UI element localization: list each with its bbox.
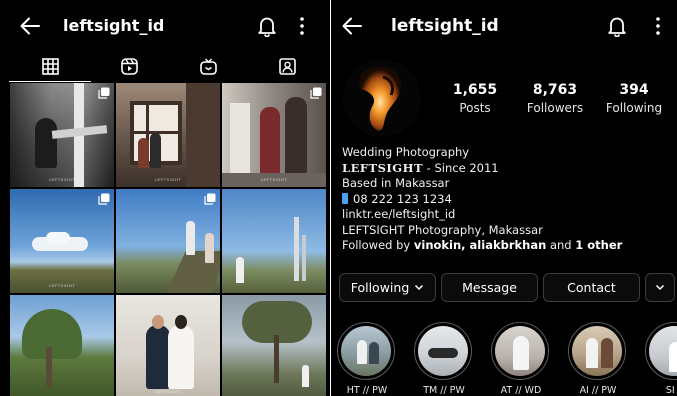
bell-icon[interactable] [607, 15, 627, 37]
posts-count[interactable]: 1,655 Posts [440, 82, 510, 115]
watermark: LEFTSIGHT [154, 389, 182, 394]
bio-brand: LEFTSIGHT [342, 160, 424, 175]
highlight-item[interactable]: AI // PW [568, 322, 628, 396]
tab-reels[interactable] [88, 50, 170, 82]
phone-icon [342, 192, 348, 204]
grid-post[interactable]: LEFTSIGHT [116, 295, 220, 396]
bio-link[interactable]: linktr.ee/leftsight_id [342, 207, 672, 223]
watermark: LEFTSIGHT [48, 283, 76, 288]
watermark: LEFTSIGHT [260, 177, 288, 182]
tab-posts-grid[interactable] [9, 50, 91, 82]
grid-post[interactable]: LEFTSIGHT [10, 189, 114, 293]
suggested-accounts-button[interactable] [645, 273, 675, 302]
bio-address[interactable]: LEFTSIGHT Photography, Makassar [342, 223, 672, 239]
top-bar: leftsight_id [0, 0, 330, 50]
followed-by[interactable]: Followed by vinokin, aliakbrkhan and 1 o… [342, 238, 672, 254]
highlight-item[interactable]: HT // PW [337, 322, 397, 396]
reels-icon [120, 57, 138, 75]
multiple-photos-icon [98, 193, 110, 205]
profile-screen: leftsight_id 1,655 Posts 8,763 Followers… [331, 0, 677, 396]
bio-since: - Since 2011 [423, 160, 499, 175]
profile-grid-screen: leftsight_id LEFTSIGHT LEFTSIGHT LEFTSIG… [0, 0, 330, 396]
avatar[interactable] [343, 59, 421, 137]
multiple-photos-icon [204, 193, 216, 205]
tab-igtv[interactable] [167, 50, 249, 82]
grid-post[interactable]: LEFTSIGHT [10, 83, 114, 187]
grid-post[interactable]: LEFTSIGHT [222, 83, 326, 187]
contact-button[interactable]: Contact [543, 273, 640, 302]
arrow-left-icon[interactable] [19, 15, 41, 37]
profile-logo-image [343, 59, 421, 137]
profile-bio: Wedding Photography LEFTSIGHT - Since 20… [342, 145, 672, 254]
grid-icon [41, 57, 59, 75]
message-button[interactable]: Message [441, 273, 538, 302]
more-vertical-icon[interactable] [654, 16, 662, 36]
grid-post[interactable] [10, 295, 114, 396]
highlight-item[interactable]: TM // PW [414, 322, 474, 396]
chevron-down-icon [655, 284, 665, 291]
grid-post[interactable]: LEFTSIGHT [116, 83, 220, 187]
highlight-item[interactable]: SI // [645, 322, 677, 396]
more-vertical-icon[interactable] [298, 16, 306, 36]
profile-tabs [0, 50, 330, 82]
grid-post[interactable] [222, 189, 326, 293]
page-title: leftsight_id [391, 16, 499, 36]
followers-count[interactable]: 8,763 Followers [520, 82, 590, 115]
igtv-icon [199, 58, 217, 75]
following-count[interactable]: 394 Following [599, 82, 669, 115]
followed-by-users[interactable]: vinokin, aliakbrkhan [414, 238, 546, 252]
bio-phone: 08 222 123 1234 [353, 191, 452, 206]
bio-location: Based in Makassar [342, 176, 450, 190]
grid-post[interactable] [116, 189, 220, 293]
multiple-photos-icon [310, 87, 322, 99]
multiple-photos-icon [98, 87, 110, 99]
top-bar: leftsight_id [331, 0, 677, 50]
tagged-icon [278, 57, 296, 75]
page-title: leftsight_id [63, 16, 165, 35]
chevron-down-icon [415, 284, 424, 291]
posts-grid: LEFTSIGHT LEFTSIGHT LEFTSIGHT LEFTSIGHT [10, 83, 330, 396]
watermark: LEFTSIGHT [48, 177, 76, 182]
arrow-left-icon[interactable] [341, 15, 363, 37]
grid-post[interactable] [222, 295, 326, 396]
following-button[interactable]: Following [339, 273, 436, 302]
bio-brand-line: LEFTSIGHT - Since 2011 [342, 161, 672, 177]
bio-category: Wedding Photography [342, 145, 470, 159]
highlight-item[interactable]: AT // WD [491, 322, 551, 396]
bio-phone-line: 08 222 123 1234 [342, 192, 672, 208]
bell-icon[interactable] [257, 15, 277, 37]
followed-by-other[interactable]: 1 other [575, 238, 622, 252]
tab-tagged[interactable] [246, 50, 328, 82]
watermark: LEFTSIGHT [154, 177, 182, 182]
